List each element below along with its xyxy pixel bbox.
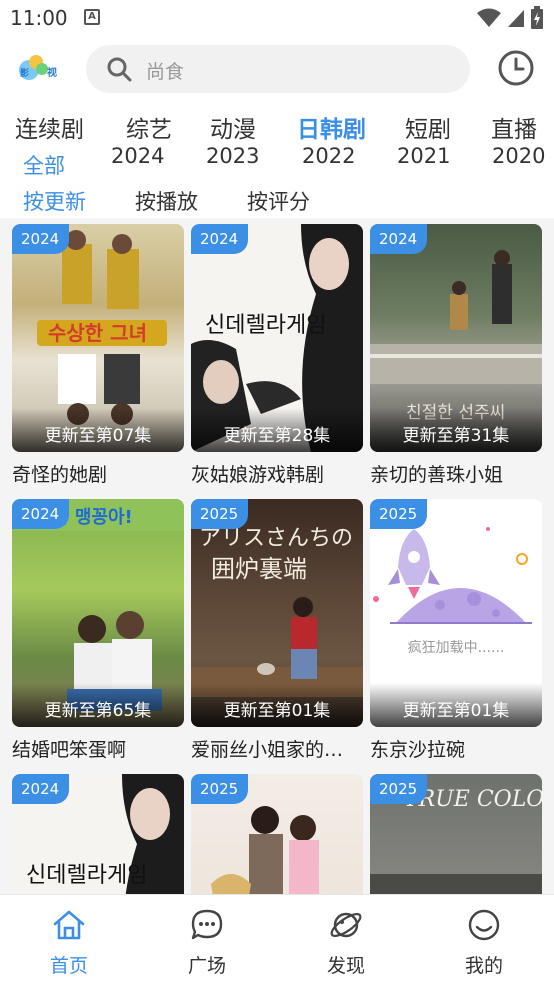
card-title[interactable]: 爱丽丝小姐家的…: [191, 735, 363, 762]
poster-placeholder: 疯狂加载中...... 2025 更新至第01集: [370, 499, 542, 727]
year-badge: 2024: [370, 224, 428, 254]
video-grid: 수상한 그녀 2024 更新至第07集 奇怪的她剧 신데렐라게임 2024 更新…: [0, 218, 554, 894]
card-title[interactable]: 结婚吧笨蛋啊: [12, 735, 184, 762]
year-badge: 2025: [370, 499, 428, 529]
card-title[interactable]: 灰姑娘游戏韩剧: [191, 460, 363, 487]
notification-icon: A: [84, 9, 100, 25]
nav-label: 发现: [326, 955, 365, 977]
signal-icon: [508, 10, 524, 27]
poster-image: 신데렐라게임 2024: [12, 774, 184, 894]
svg-text:수상한 그녀: 수상한 그녀: [48, 321, 147, 345]
app-logo-icon[interactable]: 影 视: [16, 52, 66, 86]
year-option[interactable]: 2022: [302, 144, 355, 168]
search-input[interactable]: 尚食: [86, 45, 470, 93]
sort-options: 按更新 按播放 按评分: [0, 184, 554, 218]
chat-icon: [191, 909, 223, 940]
status-time: 11:00: [10, 6, 68, 30]
svg-text:囲炉裏端: 囲炉裏端: [211, 555, 307, 583]
planet-icon: [330, 912, 362, 938]
svg-text:신데렐라게임: 신데렐라게임: [205, 313, 326, 338]
tab-category[interactable]: 动漫: [210, 110, 256, 144]
search-icon: [107, 57, 132, 82]
nav-square[interactable]: 广场: [167, 907, 247, 978]
year-option-active[interactable]: 全部: [23, 150, 65, 180]
sort-option[interactable]: 按播放: [135, 186, 198, 216]
year-option[interactable]: 2024: [111, 144, 164, 168]
year-option[interactable]: 2021: [397, 144, 450, 168]
status-bar: 11:00 A: [0, 0, 554, 36]
episode-status: 更新至第01集: [223, 701, 331, 721]
poster-image: 수상한 그녀 2024 更新至第07集: [12, 224, 184, 452]
poster-image: アリスさんちの 囲炉裏端 2025 更新至第01集: [191, 499, 363, 727]
bottom-nav: 首页 广场 发现 我的: [0, 894, 554, 986]
poster-image: 신데렐라게임 2024 更新至第28集: [191, 224, 363, 452]
year-badge: 2025: [370, 774, 428, 804]
nav-mine[interactable]: 我的: [444, 907, 524, 978]
wifi-icon: [477, 8, 501, 27]
episode-status: 更新至第01集: [402, 701, 510, 721]
svg-text:アリスさんちの: アリスさんちの: [199, 526, 353, 551]
year-option[interactable]: 2023: [206, 144, 259, 168]
episode-status: 更新至第28集: [223, 426, 331, 446]
card-title[interactable]: 东京沙拉碗: [370, 735, 542, 762]
nav-label: 广场: [187, 955, 226, 977]
tab-category[interactable]: 连续剧: [15, 110, 84, 144]
search-placeholder: 尚食: [146, 61, 185, 83]
card-title[interactable]: 亲切的善珠小姐: [370, 460, 542, 487]
category-tabs: 连续剧 综艺 动漫 日韩剧 短剧 直播: [0, 110, 554, 144]
card-title[interactable]: 奇怪的她剧: [12, 460, 184, 487]
year-badge: 2025: [191, 499, 249, 529]
loading-text: 疯狂加载中......: [407, 640, 505, 656]
poster-image: 친절한 선주씨 2024 更新至第31集: [370, 224, 542, 452]
nav-home[interactable]: 首页: [29, 907, 109, 978]
year-badge: 2024: [12, 224, 70, 254]
history-icon[interactable]: [496, 48, 536, 88]
episode-status: 更新至第07集: [44, 426, 152, 446]
year-filter: 全部 2024 2023 2022 2021 2020: [0, 144, 554, 178]
year-badge: 2024: [12, 774, 70, 804]
episode-status: 更新至第31集: [402, 426, 510, 446]
nav-label: 我的: [464, 955, 503, 977]
tab-category[interactable]: 综艺: [126, 110, 172, 144]
smile-icon: [468, 909, 500, 941]
sort-option-active[interactable]: 按更新: [23, 186, 86, 216]
year-option[interactable]: 2020: [492, 144, 545, 168]
svg-text:신데렐라게임: 신데렐라게임: [26, 863, 147, 888]
tab-category[interactable]: 直播: [491, 110, 537, 144]
battery-icon: [531, 6, 543, 29]
svg-text:视: 视: [47, 66, 57, 79]
nav-discover[interactable]: 发现: [306, 907, 386, 978]
episode-status: 更新至第65集: [44, 701, 152, 721]
status-icons: [476, 6, 544, 30]
sort-option[interactable]: 按评分: [247, 186, 310, 216]
nav-label: 首页: [49, 955, 88, 977]
year-badge: 2024: [12, 499, 70, 529]
tab-category-active[interactable]: 日韩剧: [297, 110, 366, 144]
svg-text:影: 影: [20, 68, 29, 79]
year-badge: 2024: [191, 224, 249, 254]
home-icon: [53, 910, 85, 940]
poster-image: 자 맹꽁아! 2024 更新至第65集: [12, 499, 184, 727]
poster-image: 2025: [191, 774, 363, 894]
header: 影 视 尚食: [0, 36, 554, 102]
year-badge: 2025: [191, 774, 249, 804]
tab-category[interactable]: 短剧: [405, 110, 451, 144]
poster-image: TRUE COLORS 2025: [370, 774, 542, 894]
